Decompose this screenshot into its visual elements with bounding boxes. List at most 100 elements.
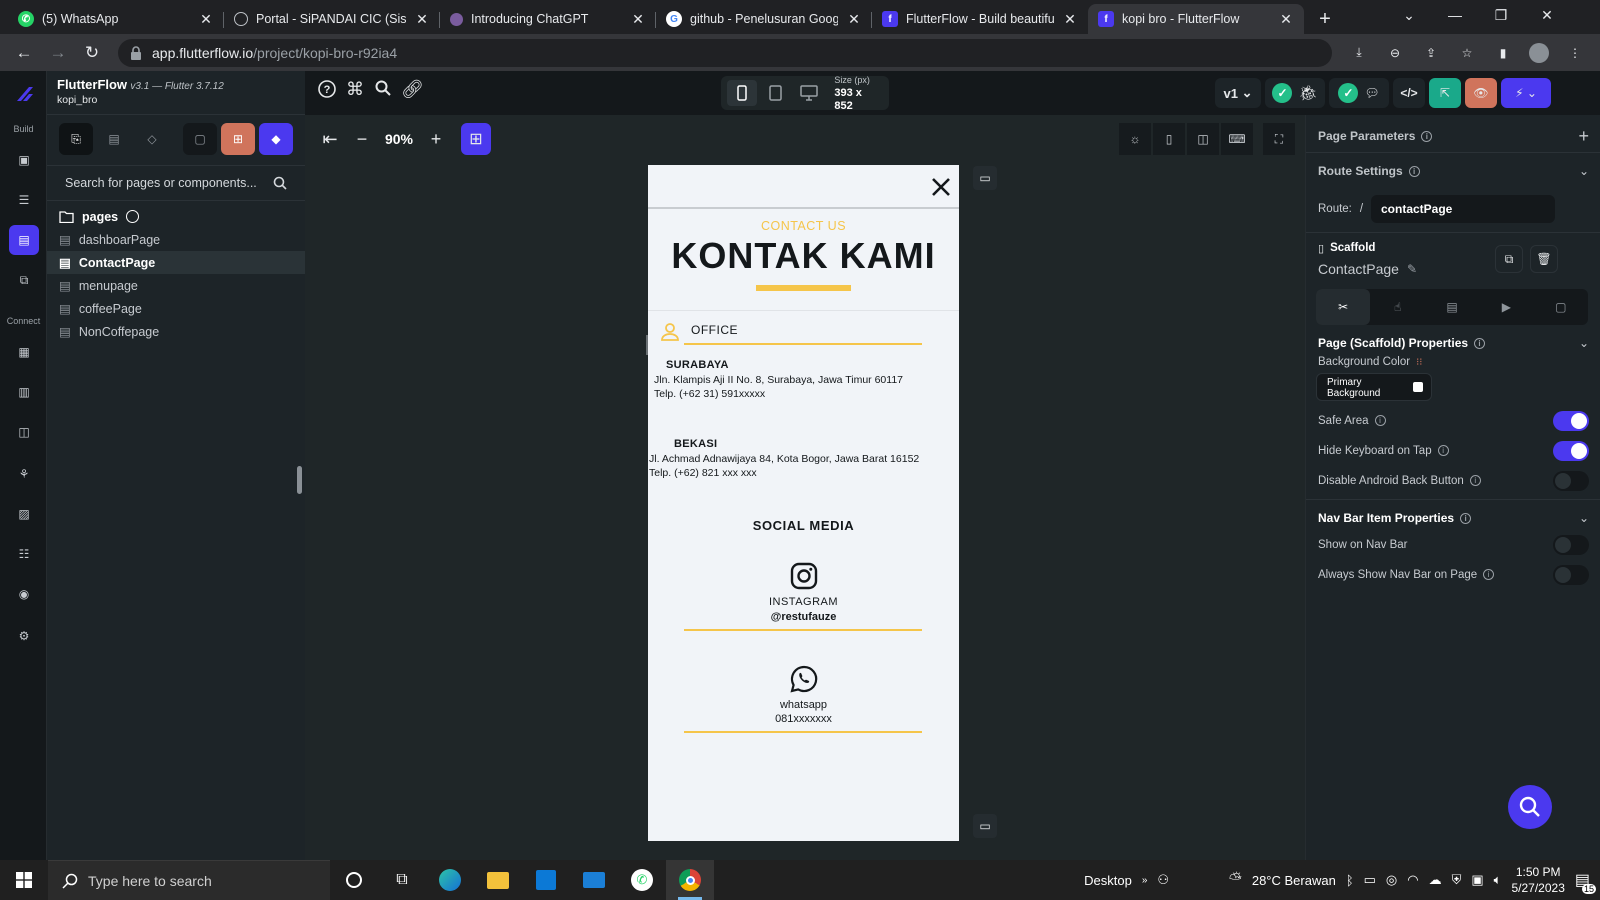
backend-query-tab-icon[interactable]: ▤ [1425,289,1479,325]
volume-icon[interactable]: 🔈︎ [1494,872,1502,888]
widget-tree-icon[interactable]: ☰ [9,185,39,215]
whatsapp-number[interactable]: 081xxxxxxx [648,713,959,725]
pages-icon[interactable]: ▤ [9,225,39,255]
windows-start-icon[interactable] [0,860,48,900]
run-mode-button[interactable]: ⚡︎ ⌄ [1501,78,1551,108]
color-picker-icon[interactable]: ⁝⁝ [1416,357,1422,368]
minimize-icon[interactable]: — [1432,0,1478,30]
search-canvas-icon[interactable] [374,79,392,97]
preview-eye-button[interactable]: 👁︎ [1465,78,1497,108]
devices-icon[interactable]: ▭ [1364,872,1376,888]
components-tab-icon[interactable]: ▤ [97,123,131,155]
animations-tab-icon[interactable]: ▶ [1479,289,1533,325]
command-palette-icon[interactable]: ⌘ [346,79,364,100]
whatsapp-icon[interactable] [789,664,819,694]
share-icon[interactable]: ⇪ [1416,39,1446,67]
wifi-icon[interactable]: ◠ [1407,872,1418,888]
desktop-label[interactable]: Desktop [1084,873,1132,888]
add-page-button[interactable]: ⊞ [221,123,255,155]
weather-text[interactable]: 28°C Berawan [1252,873,1336,888]
scaffold-properties-header[interactable]: Page (Scaffold) Properties i ⌄ [1306,332,1600,354]
page-item[interactable]: ▤ NonCoffepage [47,320,305,343]
settings-gear-icon[interactable]: ⚙ [9,621,39,651]
clock[interactable]: 1:50 PM 5/27/2023 [1511,864,1564,896]
edge-icon[interactable] [426,860,474,900]
tablet-device-icon[interactable] [761,80,791,106]
add-widget-icon[interactable]: ▣ [9,145,39,175]
install-app-icon[interactable]: ⤓ [1344,39,1374,67]
mail-icon[interactable] [570,860,618,900]
back-icon[interactable]: ← [10,39,38,67]
whatsapp-taskbar-icon[interactable]: ✆ [618,860,666,900]
bluetooth-icon[interactable]: ᛒ [1346,873,1354,888]
compile-status[interactable]: ✓ 🐞︎ [1265,78,1325,108]
storyboard-icon[interactable]: ⧉ [9,265,39,295]
hide-keyboard-toggle[interactable] [1553,441,1589,461]
keyboard-toggle-icon[interactable]: ▭ [973,814,997,838]
panel-resize-handle[interactable] [297,466,302,494]
display-icon[interactable]: ▣ [1471,872,1483,888]
chevron-icon[interactable]: » [1142,875,1148,886]
notifications-icon[interactable]: ▤ 15 [1575,870,1596,894]
tree-toggle-icon[interactable]: ⛶ [1263,123,1295,155]
always-nav-toggle[interactable] [1553,565,1589,585]
phone-device-icon[interactable] [727,80,757,106]
new-folder-icon[interactable]: ▢ [183,123,217,155]
status-bar-toggle-icon[interactable]: ▭ [973,166,997,190]
close-icon[interactable]: ✕ [1278,11,1294,28]
pages-folder[interactable]: pages [47,205,305,228]
disable-back-toggle[interactable] [1553,471,1589,491]
people-icon[interactable]: ⚇ [1157,872,1169,888]
window-close-icon[interactable]: ✕ [1524,0,1570,30]
close-icon[interactable]: ✕ [198,11,214,28]
duplicate-icon[interactable]: ⧉ [1495,245,1523,273]
open-external-button[interactable]: ⇱ [1429,78,1461,108]
custom-code-icon[interactable]: ☷ [9,539,39,569]
browser-tab[interactable]: Portal - SiPANDAI CIC (Sistem ✕ [224,4,440,34]
page-parameters-header[interactable]: Page Parameters i + [1306,125,1600,147]
browser-tab-active[interactable]: f kopi bro - FlutterFlow ✕ [1088,4,1304,34]
zoom-out-button[interactable]: − [347,123,377,155]
close-icon[interactable]: ✕ [846,11,862,28]
add-parameter-icon[interactable]: + [1578,126,1589,147]
security-icon[interactable]: ⛨ [1452,872,1462,888]
safe-area-toggle[interactable] [1553,411,1589,431]
zoom-level[interactable]: 90% [379,131,419,147]
zoom-in-button[interactable]: + [421,123,451,155]
zoom-icon[interactable]: ⊖ [1380,39,1410,67]
view-code-button[interactable]: </> [1393,78,1425,108]
collapse-panel-icon[interactable]: ⇤ [315,123,345,155]
folder-settings-icon[interactable] [126,210,140,223]
phone-preview[interactable]: CONTACT US KONTAK KAMI OFFICE SURABAYA J… [648,165,959,841]
pages-tab-icon[interactable]: ⎘ [59,123,93,155]
close-icon[interactable]: ✕ [1062,11,1078,28]
browser-tab[interactable]: ✆ (5) WhatsApp ✕ [8,4,224,34]
properties-tab-icon[interactable]: ✂︎ [1316,289,1371,325]
theme-icon[interactable]: ◉ [9,579,39,609]
desktop-device-icon[interactable] [795,80,825,106]
integrations-icon[interactable]: ⚘ [9,459,39,489]
add-widget-button[interactable]: ⊞ [461,123,491,155]
libraries-tab-icon[interactable]: ◇ [135,123,169,155]
show-nav-toggle[interactable] [1553,535,1589,555]
route-settings-header[interactable]: Route Settings i ⌄ [1306,160,1600,182]
route-input[interactable]: contactPage [1371,195,1555,223]
restore-icon[interactable]: ❐ [1478,0,1524,30]
browser-tab[interactable]: G github - Penelusuran Google ✕ [656,4,872,34]
cortana-icon[interactable] [330,860,378,900]
documentation-tab-icon[interactable]: ▢ [1534,289,1588,325]
link-icon[interactable]: 🔗︎ [401,79,424,100]
help-icon[interactable]: ? [317,79,337,99]
marketplace-icon[interactable]: ◆ [259,123,293,155]
page-search-input[interactable]: Search for pages or components... [47,165,305,201]
browser-tab[interactable]: f FlutterFlow - Build beautiful, r ✕ [872,4,1088,34]
page-item[interactable]: ▤ menupage [47,274,305,297]
bookmark-star-icon[interactable]: ☆ [1452,39,1482,67]
file-explorer-icon[interactable] [474,860,522,900]
version-select[interactable]: v1 ⌄ [1215,78,1261,108]
close-icon[interactable] [929,175,953,199]
widget-name[interactable]: ContactPage [1318,261,1399,277]
url-bar[interactable]: app.flutterflow.io/project/kopi-bro-r92i… [118,38,1332,67]
ms-store-icon[interactable] [522,860,570,900]
reload-icon[interactable]: ↻ [78,39,106,67]
